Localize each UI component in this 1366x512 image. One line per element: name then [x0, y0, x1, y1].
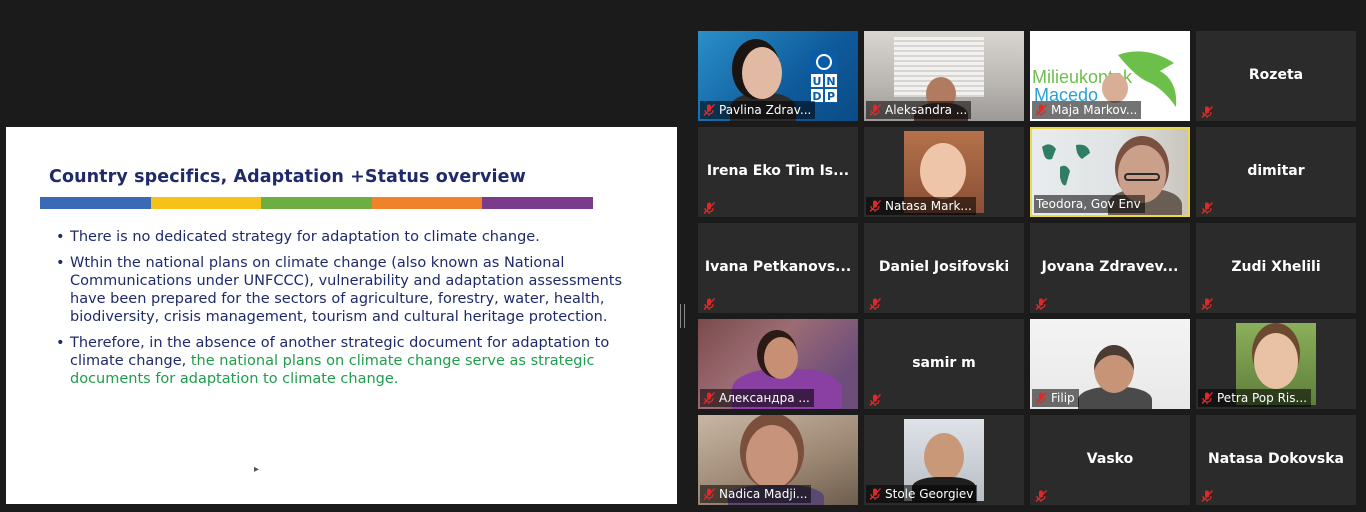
participant-video-face — [764, 337, 798, 379]
shared-screen-slide: Country specifics, Adaptation +Status ov… — [6, 127, 677, 504]
color-bar-segment — [371, 197, 483, 209]
mic-off-icon — [1034, 103, 1048, 117]
participant-name: Jovana Zdravev... — [1041, 259, 1179, 275]
participant-tile[interactable]: U N D P Pavlina Zdrav... — [698, 31, 858, 121]
participant-tile[interactable]: dimitar — [1196, 127, 1356, 217]
participant-video-face — [1094, 345, 1134, 393]
mic-off-icon — [1200, 104, 1214, 118]
split-resize-handle[interactable] — [680, 304, 685, 328]
participant-name: Teodora, Gov Env — [1036, 197, 1141, 211]
participant-tile[interactable]: Irena Eko Tim Is... — [698, 127, 858, 217]
participant-tile[interactable]: Natasa Mark... — [864, 127, 1024, 217]
slide-title: Country specifics, Adaptation +Status ov… — [49, 167, 526, 187]
mic-off-icon — [702, 200, 716, 214]
mic-off-icon — [1034, 296, 1048, 310]
participant-name: Aleksandra ... — [885, 103, 968, 117]
participant-tile[interactable]: Milieukontak Macedo Maja Markov... — [1030, 31, 1190, 121]
participant-video-face — [742, 47, 782, 99]
participant-tile[interactable]: Jovana Zdravev... — [1030, 223, 1190, 313]
participant-tile[interactable]: Vasko — [1030, 415, 1190, 505]
participant-name: Natasa Mark... — [885, 199, 972, 213]
participant-name: Rozeta — [1248, 67, 1304, 83]
participant-tile[interactable]: Rozeta — [1196, 31, 1356, 121]
participant-name-label: Petra Pop Ris... — [1198, 389, 1311, 407]
participant-tile[interactable]: Nadica Madji... — [698, 415, 858, 505]
participant-name: Vasko — [1086, 451, 1134, 467]
participant-tile[interactable]: Daniel Josifovski — [864, 223, 1024, 313]
participant-name-label: Александра ... — [700, 389, 814, 407]
participant-name: Stole Georgiev — [885, 487, 974, 501]
participant-name-label: Pavlina Zdrav... — [700, 101, 816, 119]
participant-name-label: Aleksandra ... — [866, 101, 972, 119]
participant-name-label: Filip — [1032, 389, 1079, 407]
participant-tile[interactable]: Teodora, Gov Env — [1030, 127, 1190, 217]
world-map-decor — [1042, 144, 1090, 186]
participant-name: Filip — [1051, 391, 1075, 405]
participant-name: Daniel Josifovski — [878, 259, 1010, 275]
mic-off-icon — [1200, 488, 1214, 502]
mic-off-icon — [1200, 200, 1214, 214]
color-bar-segment — [261, 197, 372, 209]
mic-off-icon — [702, 391, 716, 405]
participant-name-label: Nadica Madji... — [700, 485, 812, 503]
participant-video-face — [746, 425, 798, 489]
participant-tile[interactable]: Stole Georgiev — [864, 415, 1024, 505]
participant-tile[interactable]: Natasa Dokovska — [1196, 415, 1356, 505]
participant-name-label: Maja Markov... — [1032, 101, 1142, 119]
color-bar-segment — [150, 197, 262, 209]
participant-name: Natasa Dokovska — [1208, 451, 1344, 467]
mouse-cursor-icon: ▸ — [254, 464, 260, 475]
color-bar-segment — [40, 197, 151, 209]
participant-name: Nadica Madji... — [719, 487, 808, 501]
mic-off-icon — [1034, 488, 1048, 502]
mic-off-icon — [702, 487, 716, 501]
participant-name: Maja Markov... — [1051, 103, 1138, 117]
participant-name: Irena Eko Tim Is... — [706, 163, 850, 179]
slide-bullet: There is no dedicated strategy for adapt… — [56, 228, 626, 246]
mic-off-icon — [1200, 296, 1214, 310]
participant-tile[interactable]: Zudi Xhelili — [1196, 223, 1356, 313]
mic-off-icon — [868, 392, 882, 406]
participant-video-face — [1102, 73, 1128, 103]
mic-off-icon — [868, 103, 882, 117]
participant-name: dimitar — [1247, 163, 1305, 179]
slide-color-bar — [40, 197, 593, 209]
participant-name-label: Stole Georgiev — [866, 485, 978, 503]
slide-bullet: Wthin the national plans on climate chan… — [56, 254, 626, 326]
participant-tile[interactable]: Александра ... — [698, 319, 858, 409]
bullet-text: Wthin the national plans on climate chan… — [70, 255, 623, 325]
slide-bullet-list: There is no dedicated strategy for adapt… — [56, 228, 626, 396]
participant-tile[interactable]: Ivana Petkanovs... — [698, 223, 858, 313]
mic-off-icon — [1034, 391, 1048, 405]
participant-tile[interactable]: Petra Pop Ris... — [1196, 319, 1356, 409]
undp-logo-icon: UNDP — [810, 51, 838, 103]
participant-name-label: Natasa Mark... — [866, 197, 976, 215]
glasses — [1124, 173, 1160, 181]
mic-off-icon — [868, 296, 882, 310]
participant-name: Zudi Xhelili — [1231, 259, 1321, 275]
mic-off-icon — [702, 296, 716, 310]
participant-name: Александра ... — [719, 391, 810, 405]
mic-off-icon — [868, 487, 882, 501]
mic-off-icon — [1200, 391, 1214, 405]
participant-tile[interactable]: Aleksandra ... — [864, 31, 1024, 121]
participant-name: samir m — [912, 355, 976, 371]
participant-name: Petra Pop Ris... — [1217, 391, 1307, 405]
bullet-text: There is no dedicated strategy for adapt… — [70, 229, 540, 245]
mic-off-icon — [702, 103, 716, 117]
participant-tile[interactable]: Filip — [1030, 319, 1190, 409]
participant-name-label: Teodora, Gov Env — [1034, 195, 1145, 213]
participant-tile[interactable]: samir m — [864, 319, 1024, 409]
slide-bullet: Therefore, in the absence of another str… — [56, 334, 626, 388]
mic-off-icon — [868, 199, 882, 213]
color-bar-segment — [482, 197, 593, 209]
participant-name: Pavlina Zdrav... — [719, 103, 812, 117]
participant-gallery: U N D P Pavlina Zdrav... Aleksandra ... Milieu… — [698, 31, 1356, 505]
participant-name: Ivana Petkanovs... — [704, 259, 852, 275]
